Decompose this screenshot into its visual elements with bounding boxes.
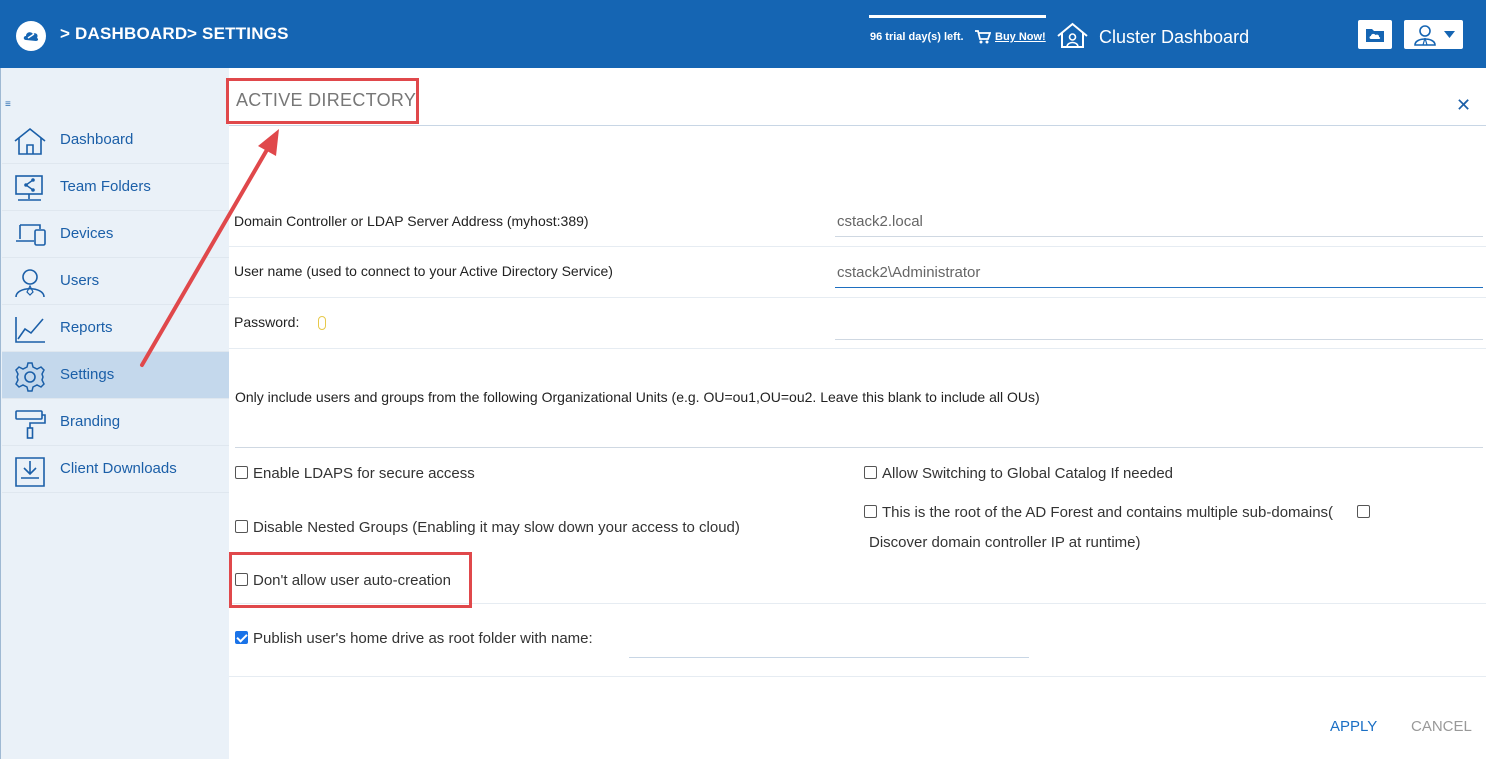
cart-icon[interactable] — [974, 29, 991, 44]
sidebar-item-label: Dashboard — [60, 131, 134, 148]
root-ad-forest-checkbox[interactable] — [864, 505, 877, 518]
disable-nested-groups-label: Disable Nested Groups (Enabling it may s… — [253, 519, 740, 536]
app-logo[interactable] — [16, 21, 46, 51]
sidebar-item-label: Settings — [60, 366, 115, 383]
buy-now-link[interactable]: Buy Now! — [995, 31, 1046, 43]
discover-dc-ip-checkbox[interactable] — [1357, 505, 1370, 518]
username-label: User name (used to connect to your Activ… — [234, 263, 613, 279]
devices-icon — [16, 224, 46, 246]
home-drive-name-input[interactable] — [629, 628, 1029, 658]
cluster-dashboard-link[interactable]: Cluster Dashboard — [1099, 27, 1249, 48]
user-menu-button[interactable] — [1404, 20, 1463, 49]
download-icon — [15, 457, 45, 487]
enable-ldaps-label: Enable LDAPS for secure access — [253, 465, 475, 482]
sidebar-item-team-folders[interactable]: Team Folders — [2, 164, 229, 211]
gear-icon — [15, 362, 45, 392]
ou-filter-label: Only include users and groups from the f… — [235, 389, 1040, 405]
password-input[interactable] — [835, 310, 1483, 340]
row-divider — [229, 246, 1486, 247]
sidebar-item-branding[interactable]: Branding — [2, 399, 229, 446]
publish-home-drive-label: Publish user's home drive as root folder… — [253, 630, 593, 647]
trial-progress-bar — [869, 15, 1046, 18]
password-label: Password: — [234, 314, 300, 330]
title-highlight-box — [226, 78, 419, 124]
breadcrumb-dashboard[interactable]: > DASHBOARD — [60, 24, 187, 44]
cancel-button[interactable]: CANCEL — [1411, 718, 1472, 735]
publish-home-drive-checkbox[interactable] — [235, 631, 248, 644]
chevron-down-icon — [1444, 31, 1455, 38]
folder-view-button[interactable] — [1358, 20, 1392, 49]
enable-ldaps-checkbox[interactable] — [235, 466, 248, 479]
title-divider — [229, 125, 1486, 126]
server-address-label: Domain Controller or LDAP Server Address… — [234, 213, 589, 229]
password-strength-indicator — [318, 316, 326, 330]
sidebar-item-devices[interactable]: Devices — [2, 211, 229, 258]
sidebar-item-reports[interactable]: Reports — [2, 305, 229, 352]
row-divider — [229, 297, 1486, 298]
apply-button[interactable]: APPLY — [1330, 718, 1377, 735]
discover-dc-ip-label: Discover domain controller IP at runtime… — [869, 534, 1141, 551]
cloud-logo-icon — [23, 32, 39, 41]
sidebar-item-label: Team Folders — [60, 178, 151, 195]
team-folders-icon — [15, 175, 43, 201]
sidebar-item-label: Reports — [60, 319, 113, 336]
username-input[interactable] — [835, 258, 1483, 288]
home-icon — [14, 127, 46, 155]
global-catalog-checkbox[interactable] — [864, 466, 877, 479]
root-ad-forest-label: This is the root of the AD Forest and co… — [882, 504, 1334, 521]
sidebar-item-users[interactable]: Users — [2, 258, 229, 305]
disable-nested-groups-checkbox[interactable] — [235, 520, 248, 533]
row-divider — [229, 348, 1486, 349]
global-catalog-label: Allow Switching to Global Catalog If nee… — [882, 465, 1174, 482]
paint-roller-icon — [15, 410, 46, 439]
users-icon — [15, 269, 45, 298]
reports-icon — [15, 317, 45, 343]
sidebar-item-label: Client Downloads — [60, 460, 177, 477]
collapse-sidebar-icon[interactable]: ≡ — [5, 100, 11, 110]
sidebar-item-label: Devices — [60, 225, 114, 242]
cloud-folder-icon — [1366, 29, 1384, 42]
sidebar-item-settings[interactable]: Settings — [2, 352, 229, 399]
row-divider — [229, 676, 1486, 677]
cluster-home-icon[interactable] — [1056, 22, 1089, 49]
sidebar-item-dashboard[interactable]: Dashboard — [2, 117, 229, 164]
user-profile-icon — [1414, 25, 1436, 46]
server-address-input[interactable] — [835, 207, 1483, 237]
auto-creation-highlight-box — [229, 552, 472, 608]
trial-days-text: 96 trial day(s) left. — [870, 31, 964, 43]
sidebar-item-label: Branding — [60, 413, 121, 430]
top-header-bar: > DASHBOARD > SETTINGS 96 trial day(s) l… — [0, 0, 1486, 68]
breadcrumb-settings[interactable]: > SETTINGS — [187, 24, 289, 44]
sidebar-item-client-downloads[interactable]: Client Downloads — [2, 446, 229, 493]
close-icon[interactable]: ✕ — [1456, 96, 1471, 114]
ou-filter-input[interactable] — [235, 418, 1483, 448]
sidebar: ≡ Dashboard Team Folders Devices Users R… — [0, 68, 229, 759]
sidebar-item-label: Users — [60, 272, 100, 289]
